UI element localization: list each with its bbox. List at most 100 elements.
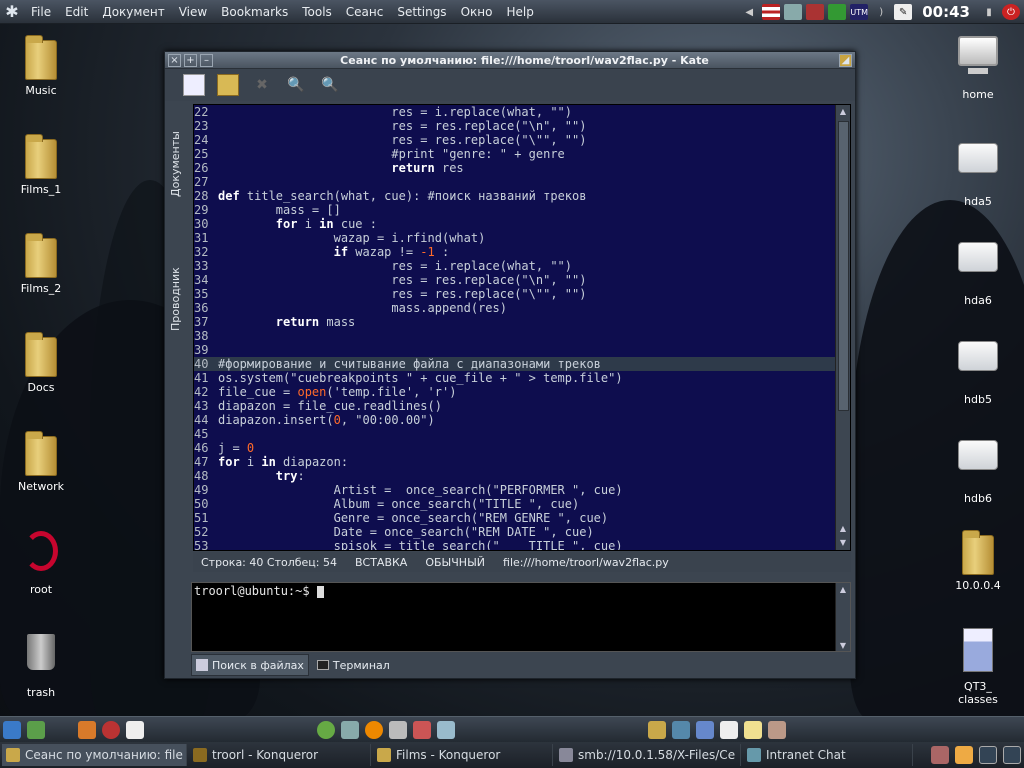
firefox-icon[interactable] xyxy=(365,720,383,739)
code-editor[interactable]: 22 res = i.replace(what, "") 23 res = res… xyxy=(193,104,851,551)
network-manager-icon[interactable] xyxy=(3,720,21,739)
keyboard-layout-flag-icon[interactable] xyxy=(762,4,781,20)
desktop-icon[interactable]: root xyxy=(1,527,81,596)
code-line[interactable]: 34 res = res.replace("\n", "") xyxy=(194,273,836,287)
menu-3[interactable]: View xyxy=(172,0,214,24)
kate-tray-icon[interactable] xyxy=(955,746,973,764)
code-line[interactable]: 32 if wazap != -1 : xyxy=(194,245,836,259)
desktop-icon[interactable]: home xyxy=(938,32,1018,101)
menu-7[interactable]: Settings xyxy=(390,0,453,24)
desktop-icon[interactable]: hda6 xyxy=(938,230,1018,307)
code-line[interactable]: 47 for i in diapazon: xyxy=(194,455,836,469)
menu-6[interactable]: Сеанс xyxy=(339,0,391,24)
code-line[interactable]: 31 wazap = i.rfind(what) xyxy=(194,231,836,245)
terminal-scrollbar[interactable]: ▲ ▼ xyxy=(835,583,850,651)
code-line[interactable]: 48 try: xyxy=(194,469,836,483)
code-line[interactable]: 49 Artist = once_search("PERFORMER ", cu… xyxy=(194,483,836,497)
clock[interactable]: 00:43 xyxy=(916,3,976,21)
tab-find-in-files[interactable]: Поиск в файлах xyxy=(191,654,309,676)
menu-1[interactable]: Edit xyxy=(58,0,95,24)
wifi-icon[interactable]: ) xyxy=(872,4,890,20)
browser-icon[interactable] xyxy=(317,720,335,739)
code-line[interactable]: 25 #print "genre: " + genre xyxy=(194,147,836,161)
desktop-icon[interactable]: Docs xyxy=(1,329,81,394)
selection-mode[interactable]: ОБЫЧНЫЙ xyxy=(425,556,485,569)
desktop-icon[interactable] xyxy=(672,720,690,739)
scroll-thumb[interactable] xyxy=(838,121,849,411)
code-line[interactable]: 29 mass = [] xyxy=(194,203,836,217)
code-area[interactable]: 22 res = i.replace(what, "") 23 res = res… xyxy=(194,105,836,550)
code-line[interactable]: 45 xyxy=(194,427,836,441)
menu-4[interactable]: Bookmarks xyxy=(214,0,295,24)
code-line[interactable]: 46 j = 0 xyxy=(194,441,836,455)
irc-icon[interactable] xyxy=(806,4,825,20)
scroll-down-icon[interactable]: ▼ xyxy=(836,536,850,550)
tab-file-browser[interactable]: Проводник xyxy=(169,244,191,354)
document-icon[interactable] xyxy=(720,720,738,739)
taskbar-item[interactable]: troorl - Konqueror xyxy=(189,744,371,766)
tab-documents[interactable]: Документы xyxy=(169,104,191,224)
desktop-pager-icon[interactable] xyxy=(1003,746,1021,764)
scroll-up-icon[interactable]: ▲ xyxy=(836,522,850,536)
code-line[interactable]: 52 Date = once_search("REM DATE ", cue) xyxy=(194,525,836,539)
minimize-icon[interactable]: – xyxy=(200,53,213,67)
scroll-up-icon[interactable]: ▲ xyxy=(836,583,850,597)
desktop-icon[interactable]: Music xyxy=(1,32,81,97)
printer-icon[interactable] xyxy=(768,720,786,739)
window-titlebar[interactable]: × + – Сеанс по умолчанию: file:///home/t… xyxy=(165,52,855,69)
text-editor-icon[interactable] xyxy=(126,720,144,739)
code-line[interactable]: 39 xyxy=(194,343,836,357)
desktop-icon[interactable]: 10.0.0.4 xyxy=(938,527,1018,592)
code-line[interactable]: 51 Genre = once_search("REM GENRE ", cue… xyxy=(194,511,836,525)
code-line[interactable]: 40 #формирование и считывание файла с диа… xyxy=(194,357,836,371)
trash-applet-icon[interactable] xyxy=(931,746,949,764)
taskbar-item[interactable]: Films - Konqueror xyxy=(373,744,553,766)
maximize-icon[interactable]: + xyxy=(184,53,197,67)
code-line[interactable]: 36 mass.append(res) xyxy=(194,301,836,315)
kopete-icon[interactable] xyxy=(437,720,455,739)
close-icon[interactable]: × xyxy=(168,53,181,67)
desktop-pager-icon[interactable] xyxy=(979,746,997,764)
code-line[interactable]: 28 def title_search(what, cue): #поиск на… xyxy=(194,189,836,203)
code-line[interactable]: 27 xyxy=(194,175,836,189)
desktop-icon[interactable]: QT3_ classes xyxy=(938,626,1018,706)
desktop-icon[interactable]: hdb6 xyxy=(938,428,1018,505)
kmail-icon[interactable] xyxy=(78,720,96,739)
jabber-icon[interactable] xyxy=(413,720,431,739)
settings-icon[interactable] xyxy=(696,720,714,739)
screenshot-icon[interactable] xyxy=(389,720,407,739)
desktop-icon[interactable]: Network xyxy=(1,428,81,493)
code-line[interactable]: 42 file_cue = open('temp.file', 'r') xyxy=(194,385,836,399)
menu-9[interactable]: Help xyxy=(499,0,540,24)
code-line[interactable]: 41 os.system("cuebreakpoints " + cue_file… xyxy=(194,371,836,385)
code-line[interactable]: 35 res = res.replace("\"", "") xyxy=(194,287,836,301)
tab-terminal[interactable]: Терминал xyxy=(313,654,394,676)
shade-icon[interactable]: ◢ xyxy=(839,53,852,67)
scroll-up-icon[interactable]: ▲ xyxy=(836,105,850,119)
clipboard-icon[interactable]: ✎ xyxy=(894,4,913,20)
kde-menu-icon[interactable]: ✱ xyxy=(0,0,24,24)
taskbar-item[interactable]: Сеанс по умолчанию: file xyxy=(2,744,187,766)
network-share-icon[interactable] xyxy=(341,720,359,739)
code-line[interactable]: 30 for i in cue : xyxy=(194,217,836,231)
desktop-icon[interactable]: Films_1 xyxy=(1,131,81,196)
code-line[interactable]: 50 Album = once_search("TITLE ", cue) xyxy=(194,497,836,511)
code-line[interactable]: 38 xyxy=(194,329,836,343)
desktop-icon[interactable]: Films_2 xyxy=(1,230,81,295)
taskbar-item[interactable]: Intranet Chat xyxy=(743,744,913,766)
desktop-icon[interactable]: hdb5 xyxy=(938,329,1018,406)
close-document-icon[interactable]: ✖ xyxy=(251,74,273,96)
code-line[interactable]: 23 res = res.replace("\n", "") xyxy=(194,119,836,133)
code-line[interactable]: 37 return mass xyxy=(194,315,836,329)
utm-monitor-icon[interactable]: UTM xyxy=(850,4,869,20)
code-line[interactable]: 53 spisok = title_search(" TITLE ", cue) xyxy=(194,539,836,550)
desktop-icon[interactable]: trash xyxy=(1,626,81,699)
users-icon[interactable] xyxy=(27,720,45,739)
menu-5[interactable]: Tools xyxy=(295,0,339,24)
zoom-out-icon[interactable]: 🔍 xyxy=(319,74,341,96)
code-line[interactable]: 43 diapazon = file_cue.readlines() xyxy=(194,399,836,413)
editor-scrollbar[interactable]: ▲ ▲ ▼ xyxy=(835,105,850,550)
arrow-left-icon[interactable]: ◀ xyxy=(740,4,758,20)
opera-icon[interactable] xyxy=(102,720,120,739)
updates-icon[interactable] xyxy=(828,4,847,20)
